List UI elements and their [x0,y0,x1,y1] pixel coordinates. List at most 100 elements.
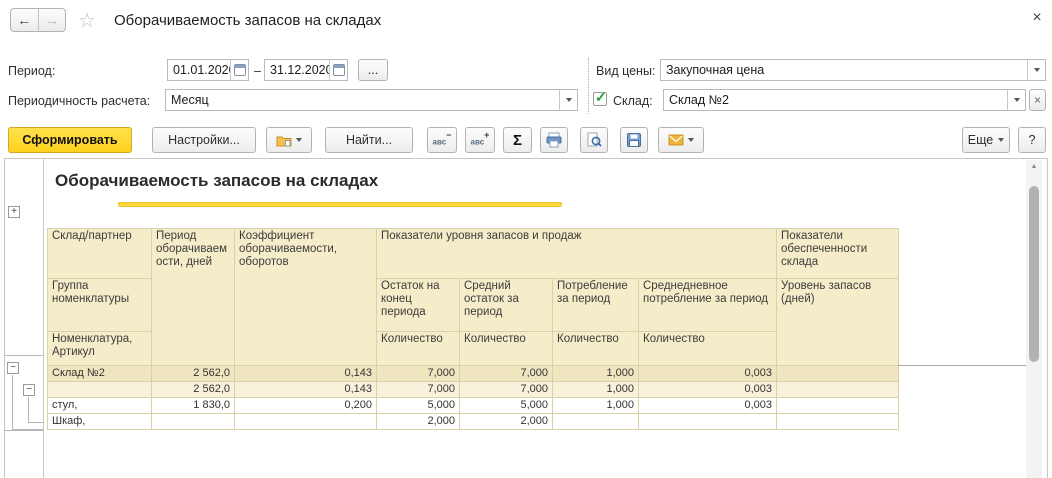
close-icon[interactable]: × [1026,7,1048,29]
save-button[interactable] [620,127,648,153]
col-header-turnover-period: Период оборачиваемости, дней [151,228,235,366]
nav-history-group: ← → [10,8,66,32]
warehouse-dropdown-button[interactable] [1007,90,1025,110]
vertical-scrollbar[interactable]: ▲ [1026,160,1042,478]
col-header-ending-balance: Остаток на конец периода [376,278,460,332]
warehouse-label: Склад: [613,94,653,108]
period-to-field[interactable]: 31.12.2020 [264,59,348,81]
period-to-value[interactable]: 31.12.2020 [265,60,329,80]
print-button[interactable] [540,127,568,153]
value-cell[interactable]: 0,003 [637,381,778,398]
calendar-icon [332,64,345,76]
value-cell[interactable]: 7,000 [376,365,460,382]
warehouse-value[interactable]: Склад №2 [664,90,1007,110]
price-type-dropdown-button[interactable] [1027,60,1045,80]
row-name-cell[interactable]: Склад №2 [47,365,152,382]
sigma-icon: Σ [512,131,522,149]
value-cell[interactable]: 1,000 [552,397,639,414]
price-type-label: Вид цены: [596,64,656,78]
warehouse-clear-button[interactable]: × [1029,89,1046,111]
favorite-star-icon[interactable]: ☆ [78,8,96,33]
value-cell[interactable]: 7,000 [459,381,553,398]
printer-icon [546,132,562,148]
value-cell[interactable] [776,397,900,414]
period-choice-button[interactable]: ... [358,59,388,81]
periodicity-combo[interactable]: Месяц [165,89,578,111]
forward-arrow-icon: → [44,12,59,28]
scroll-up-icon[interactable]: ▲ [1026,160,1042,174]
warehouse-checkbox[interactable]: ✓ [593,89,607,106]
period-to-calendar-button[interactable] [329,60,347,80]
preview-button[interactable] [580,127,608,153]
expand-all-box[interactable]: + [8,206,20,218]
period-from-value[interactable]: 01.01.2020 [168,60,230,80]
col-header-consumption: Потребление за период [552,278,639,332]
chevron-down-icon [998,138,1005,142]
preview-icon [587,132,602,147]
value-cell[interactable]: 2 562,0 [151,365,235,382]
value-cell[interactable]: 2,000 [376,413,460,430]
expand-groups-button[interactable]: авс+ [465,127,495,153]
period-from-field[interactable]: 01.01.2020 [167,59,249,81]
more-button[interactable]: Еще [962,127,1010,153]
value-cell[interactable] [776,381,900,398]
clear-x-icon: × [1033,93,1041,107]
value-cell[interactable]: 7,000 [459,365,553,382]
value-cell[interactable] [234,413,377,430]
generate-button[interactable]: Сформировать [8,127,132,153]
floppy-icon [627,133,641,147]
value-cell[interactable]: 0,003 [637,397,778,414]
sum-button[interactable]: Σ [503,127,532,153]
col-header-avg-daily-consumption: Среднедневное потребление за период [637,278,778,332]
value-cell[interactable]: 1,000 [552,381,639,398]
period-dash: – [254,64,261,78]
scrollbar-thumb[interactable] [1029,186,1039,362]
value-cell[interactable] [151,413,235,430]
value-cell[interactable]: 1 830,0 [151,397,235,414]
value-cell[interactable]: 0,200 [234,397,377,414]
price-type-combo[interactable]: Закупочная цена [660,59,1046,81]
periodicity-value[interactable]: Месяц [166,90,559,110]
value-cell[interactable]: 5,000 [459,397,553,414]
value-cell[interactable]: 2,000 [459,413,553,430]
abc-minus-icon: авс− [432,130,452,147]
collapse-group-box-1[interactable]: − [7,362,19,374]
col-header-nomenclature-sku: Номенклатура, Артикул [47,331,152,366]
value-cell[interactable] [776,413,900,430]
col-header-avg-balance: Средний остаток за период [459,278,553,332]
col-group-stock-sales: Показатели уровня запасов и продаж [375,228,778,279]
col-header-stock-level-days: Уровень запасов (дней) [776,278,900,366]
mail-button[interactable] [658,127,704,153]
warehouse-combo[interactable]: Склад №2 [663,89,1026,111]
back-button[interactable]: ← [11,9,39,31]
row-name-cell[interactable]: Шкаф, [47,413,152,430]
chevron-down-icon [296,138,302,142]
period-from-calendar-button[interactable] [230,60,248,80]
find-button[interactable]: Найти... [325,127,413,153]
value-cell[interactable]: 0,143 [234,365,377,382]
price-type-value[interactable]: Закупочная цена [661,60,1027,80]
check-icon: ✓ [595,89,607,105]
collapse-groups-button[interactable]: авс− [427,127,457,153]
forward-button[interactable]: → [39,9,66,31]
value-cell[interactable]: 7,000 [376,381,460,398]
page-title: Оборачиваемость запасов на складах [114,12,382,29]
help-button[interactable]: ? [1018,127,1046,153]
value-cell[interactable]: 0,143 [234,381,377,398]
settings-button[interactable]: Настройки... [152,127,256,153]
report-variants-button[interactable] [266,127,312,153]
value-cell[interactable]: 2 562,0 [151,381,235,398]
value-cell[interactable]: 0,003 [637,365,778,382]
value-cell[interactable] [552,413,639,430]
row-name-cell[interactable] [47,381,152,398]
value-cell[interactable] [637,413,778,430]
grouping-line [5,430,43,431]
value-cell[interactable] [776,365,900,382]
collapse-group-box-2[interactable]: − [23,384,35,396]
periodicity-dropdown-button[interactable] [559,90,577,110]
value-cell[interactable]: 1,000 [552,365,639,382]
row-name-cell[interactable]: стул, [47,397,152,414]
grouping-margin-divider [43,159,44,478]
value-cell[interactable]: 5,000 [376,397,460,414]
col-header-quantity: Количество [552,331,639,366]
